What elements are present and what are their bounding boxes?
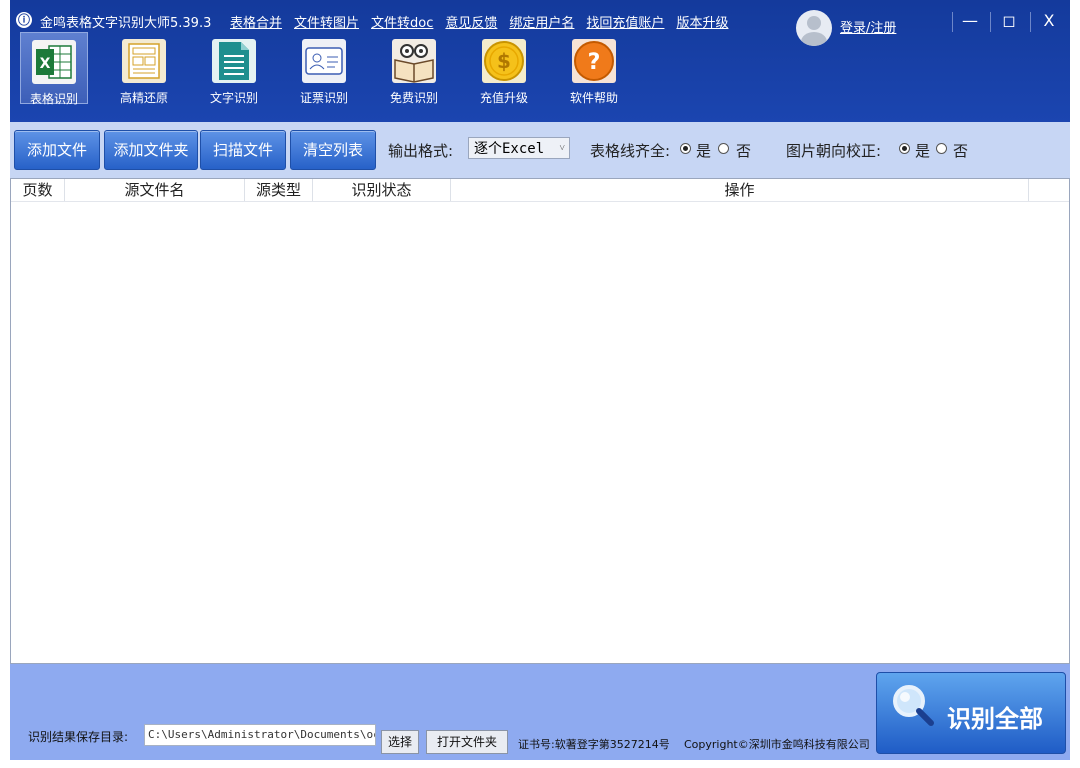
- app-window: ⓘ 金鸣表格文字识别大师5.39.3 表格合并 文件转图片 文件转doc 意见反…: [10, 0, 1070, 760]
- tool-label: 软件帮助: [569, 91, 618, 105]
- svg-text:$: $: [497, 49, 511, 73]
- table-line-yes-label: 是: [696, 142, 712, 160]
- recognize-all-label: 识别全部: [947, 705, 1043, 733]
- close-button[interactable]: X: [1031, 6, 1067, 36]
- book-icon: [392, 39, 436, 83]
- maximize-button[interactable]: ◻: [991, 6, 1027, 36]
- menu-merge-tables[interactable]: 表格合并: [230, 12, 282, 31]
- tool-text-recognition[interactable]: 文字识别: [189, 32, 279, 105]
- chevron-down-icon: ˅: [559, 143, 565, 154]
- recognize-all-button[interactable]: 识别全部: [876, 672, 1066, 754]
- coin-icon: $: [482, 39, 526, 83]
- menu-feedback[interactable]: 意见反馈: [445, 12, 497, 31]
- save-dir-label: 识别结果保存目录:: [28, 730, 129, 744]
- table-line-yes-radio[interactable]: [680, 143, 691, 154]
- tool-label: 免费识别: [389, 91, 438, 105]
- orientation-no-label: 否: [953, 142, 969, 160]
- tool-label: 表格识别: [29, 92, 78, 106]
- column-header-actions[interactable]: 操作: [451, 179, 1029, 201]
- output-format-select[interactable]: 逐个Excel ˅: [468, 137, 570, 159]
- tool-table-recognition[interactable]: X 表格识别: [20, 32, 88, 106]
- excel-icon: X: [32, 40, 76, 84]
- table-line-label: 表格线齐全:: [590, 142, 671, 160]
- scan-file-button[interactable]: 扫描文件: [200, 130, 286, 170]
- certificate-number: 证书号:软著登字第3527214号: [518, 738, 670, 751]
- menu-upgrade[interactable]: 版本升级: [676, 12, 728, 31]
- bottom-panel: 识别结果保存目录: C:\Users\Administrator\Documen…: [10, 664, 1070, 760]
- help-icon: ?: [572, 39, 616, 83]
- minimize-button[interactable]: —: [952, 6, 988, 36]
- table-line-no-radio[interactable]: [718, 143, 729, 154]
- document-icon: [212, 39, 256, 83]
- tool-label: 高精还原: [119, 91, 168, 105]
- menu-recover-account[interactable]: 找回充值账户: [586, 12, 664, 31]
- column-header-pages[interactable]: 页数: [11, 179, 65, 201]
- svg-text:?: ?: [588, 50, 601, 75]
- save-dir-field[interactable]: C:\Users\Administrator\Documents\oc: [144, 724, 376, 746]
- copyright-text: Copyright©深圳市金鸣科技有限公司: [684, 738, 870, 751]
- output-format-label: 输出格式:: [388, 142, 454, 160]
- menu-file-to-image[interactable]: 文件转图片: [294, 12, 359, 31]
- table-header: 页数 源文件名 源类型 识别状态 操作: [11, 179, 1069, 202]
- table-line-no-label: 否: [736, 142, 752, 160]
- tool-label: 充值升级: [479, 91, 528, 105]
- orientation-label: 图片朝向校正:: [786, 142, 882, 160]
- avatar-head: [807, 16, 821, 30]
- menu-file-to-doc[interactable]: 文件转doc: [371, 12, 433, 31]
- open-folder-button[interactable]: 打开文件夹: [426, 730, 508, 754]
- login-link[interactable]: 登录/注册: [840, 17, 896, 36]
- avatar-body: [801, 32, 827, 46]
- tool-label: 文字识别: [209, 91, 258, 105]
- title-bar: ⓘ 金鸣表格文字识别大师5.39.3 表格合并 文件转图片 文件转doc 意见反…: [10, 0, 1070, 122]
- column-header-status[interactable]: 识别状态: [313, 179, 451, 201]
- tool-high-precision[interactable]: 高精还原: [99, 32, 189, 105]
- file-list-table[interactable]: 页数 源文件名 源类型 识别状态 操作: [10, 178, 1070, 664]
- orientation-yes-label: 是: [915, 142, 931, 160]
- tool-software-help[interactable]: ? 软件帮助: [549, 32, 639, 105]
- tool-label: 证票识别: [299, 91, 348, 105]
- orientation-no-radio[interactable]: [936, 143, 947, 154]
- choose-button[interactable]: 选择: [381, 730, 419, 754]
- magnifier-icon: [893, 685, 934, 726]
- app-title: 金鸣表格文字识别大师5.39.3: [40, 16, 212, 31]
- menu-bind-username[interactable]: 绑定用户名: [509, 12, 574, 31]
- clear-list-button[interactable]: 清空列表: [290, 130, 376, 170]
- id-card-icon: [302, 39, 346, 83]
- top-menu: 表格合并 文件转图片 文件转doc 意见反馈 绑定用户名 找回充值账户 版本升级: [230, 12, 728, 31]
- column-header-filename[interactable]: 源文件名: [65, 179, 245, 201]
- output-format-value: 逐个Excel: [474, 141, 545, 157]
- action-toolbar: 添加文件 添加文件夹 扫描文件 清空列表 输出格式: 逐个Excel ˅ 表格线…: [10, 122, 1070, 178]
- avatar[interactable]: [796, 10, 832, 46]
- tool-bar: X 表格识别 高精还原 文字识别 证票识别 免费识别 $ 充值升级 ? 软件帮助: [20, 32, 639, 106]
- orientation-yes-radio[interactable]: [899, 143, 910, 154]
- tool-recharge-upgrade[interactable]: $ 充值升级: [459, 32, 549, 105]
- app-logo-icon: ⓘ: [16, 12, 32, 28]
- svg-text:X: X: [40, 56, 51, 72]
- add-folder-button[interactable]: 添加文件夹: [104, 130, 198, 170]
- tool-free-recognition[interactable]: 免费识别: [369, 32, 459, 105]
- tool-certificate-recognition[interactable]: 证票识别: [279, 32, 369, 105]
- add-file-button[interactable]: 添加文件: [14, 130, 100, 170]
- column-header-source-type[interactable]: 源类型: [245, 179, 313, 201]
- layout-icon: [122, 39, 166, 83]
